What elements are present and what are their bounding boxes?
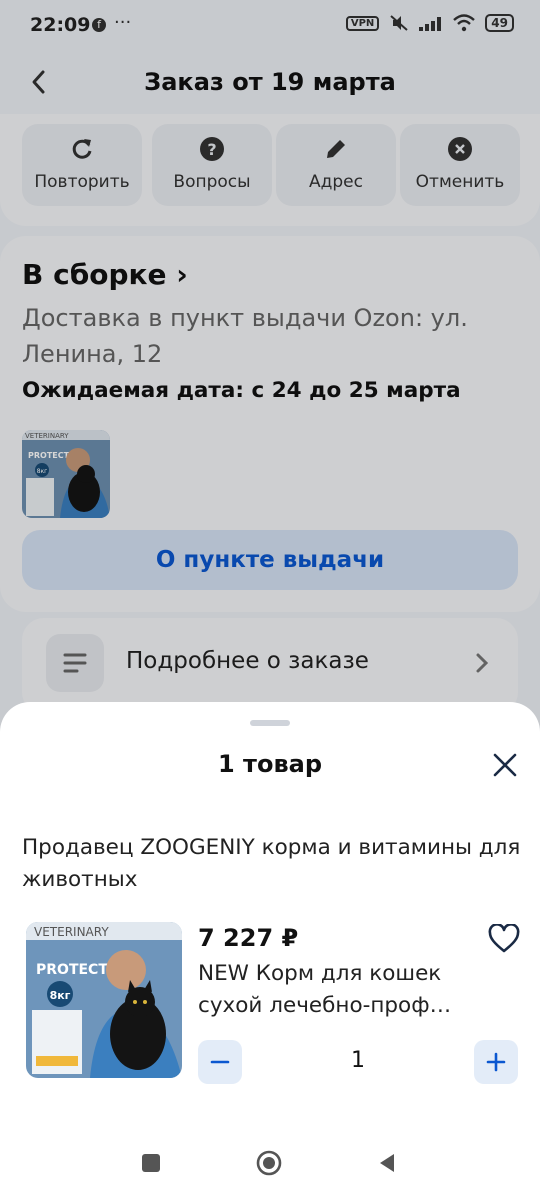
svg-text:8кг: 8кг	[37, 468, 48, 475]
svg-text:VETERINARY: VETERINARY	[34, 925, 109, 939]
repeat-label: Повторить	[34, 172, 130, 192]
product-price: 7 227 ₽	[198, 924, 299, 952]
repeat-button[interactable]: Повторить	[22, 124, 142, 206]
signal-icon	[419, 15, 443, 31]
sheet-drag-handle[interactable]	[250, 720, 290, 726]
questions-label: Вопросы	[173, 172, 251, 192]
cancel-icon	[448, 137, 472, 161]
pencil-icon	[327, 140, 345, 158]
heart-icon[interactable]	[488, 924, 520, 954]
svg-text:PROTECT: PROTECT	[36, 962, 108, 978]
product-thumbnail[interactable]: VETERINARY PROTECT 8кг	[22, 430, 110, 518]
plus-icon	[486, 1052, 506, 1072]
vpn-icon: VPN	[345, 15, 380, 31]
delivery-address: Доставка в пункт выдачи Ozon: ул. Ленина…	[22, 304, 468, 368]
status-bar: 22:09 f ··· VPN 49	[0, 0, 540, 54]
questions-button[interactable]: ? Вопросы	[152, 124, 272, 206]
question-icon: ?	[200, 137, 224, 161]
page-title: Заказ от 19 марта	[144, 68, 396, 96]
facebook-icon: f	[92, 18, 106, 32]
address-button[interactable]: Адрес	[276, 124, 396, 206]
sheet-title: 1 товар	[217, 750, 322, 778]
cat-food-image: VETERINARY PROTECT 8кг	[22, 430, 110, 518]
order-status[interactable]: В сборке ›	[22, 258, 188, 291]
refresh-icon	[72, 139, 92, 159]
home-button[interactable]	[256, 1150, 282, 1176]
address-label: Адрес	[309, 172, 363, 192]
pickup-point-button[interactable]: О пункте выдачи	[22, 530, 518, 590]
close-icon[interactable]	[492, 752, 518, 778]
order-details-label: Подробнее о заказе	[126, 648, 369, 674]
quantity-decrease-button[interactable]	[198, 1040, 242, 1084]
items-bottom-sheet: 1 товар Продавец ZOOGENIY корма и витами…	[0, 702, 540, 1200]
expected-date: Ожидаемая дата: с 24 до 25 марта	[22, 378, 461, 403]
wifi-icon	[453, 14, 476, 32]
seller-name[interactable]: Продавец ZOOGENIY корма и витамины для ж…	[22, 832, 522, 896]
order-details-row[interactable]: Подробнее о заказе	[22, 618, 518, 714]
cancel-order-label: Отменить	[415, 172, 505, 192]
product-name[interactable]: NEW Корм для кошек сухой лечебно-проф…	[198, 958, 488, 1022]
product-image[interactable]: VETERINARY PROTECT 8кг	[26, 922, 182, 1078]
more-notifications-icon: ···	[114, 12, 132, 33]
cancel-order-button[interactable]: Отменить	[400, 124, 520, 206]
svg-text:VETERINARY: VETERINARY	[25, 432, 69, 440]
header: Заказ от 19 марта	[0, 54, 540, 114]
recents-button[interactable]	[142, 1154, 160, 1172]
order-actions: Повторить ? Вопросы Адрес Отменить	[0, 114, 540, 226]
order-status-card: В сборке › Доставка в пункт выдачи Ozon:…	[0, 236, 540, 612]
quantity-increase-button[interactable]	[474, 1040, 518, 1084]
svg-text:?: ?	[207, 140, 216, 159]
clock: 22:09	[30, 14, 91, 36]
back-triangle-icon[interactable]	[376, 1152, 398, 1174]
minus-icon	[210, 1060, 230, 1064]
system-navigation-bar	[0, 1130, 540, 1200]
quantity-value: 1	[351, 1048, 365, 1073]
mute-icon	[390, 15, 408, 31]
chevron-right-icon	[476, 653, 489, 673]
cat-food-package-image: VETERINARY PROTECT 8кг	[26, 922, 182, 1078]
svg-text:8кг: 8кг	[50, 989, 71, 1002]
list-icon	[46, 634, 104, 692]
svg-text:PROTECT: PROTECT	[28, 451, 70, 460]
battery-icon: 49	[485, 14, 514, 32]
